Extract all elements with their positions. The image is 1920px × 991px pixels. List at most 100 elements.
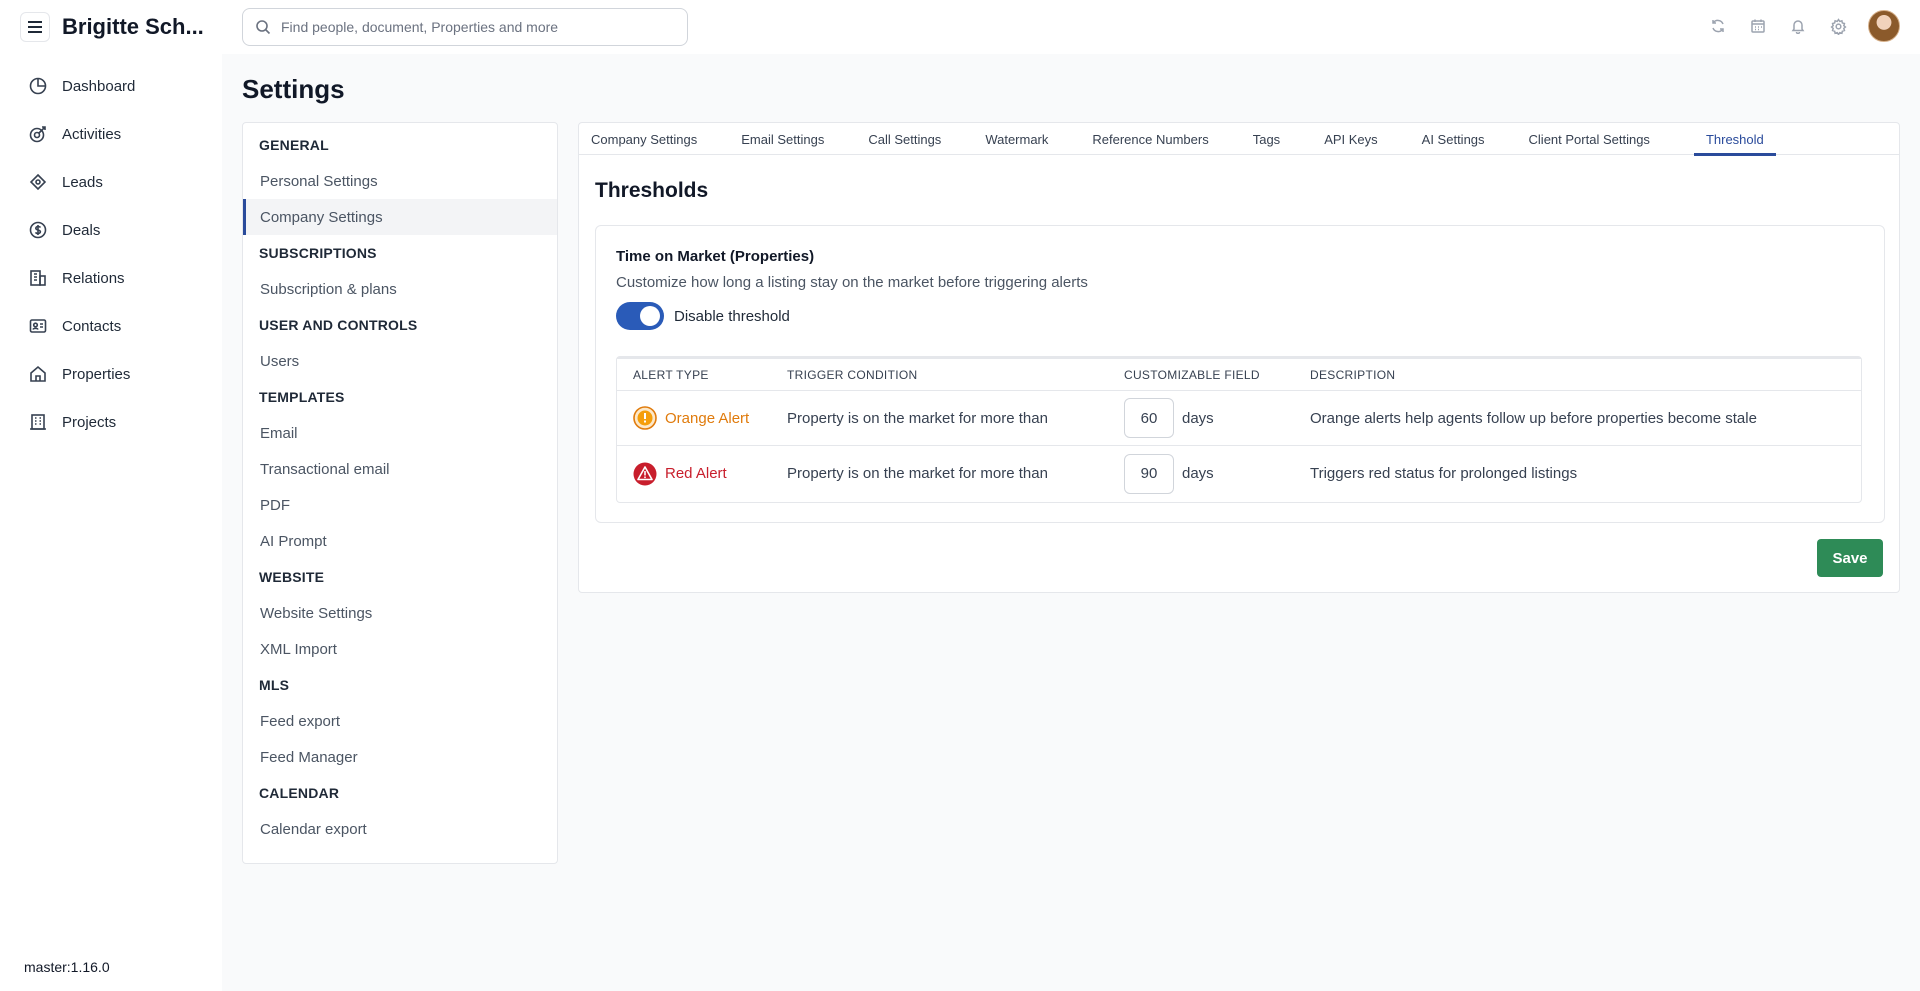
alert-type-cell: Orange Alert (617, 406, 787, 430)
tab-threshold[interactable]: Threshold (1693, 123, 1776, 156)
nav-label: Deals (62, 221, 101, 239)
top-icons (1708, 10, 1900, 42)
orange-days-input[interactable] (1124, 398, 1174, 438)
search-icon (256, 20, 271, 35)
description-cell: Orange alerts help agents follow up befo… (1310, 409, 1757, 427)
nav-item-dashboard[interactable]: Dashboard (0, 62, 222, 110)
calendar-icon[interactable] (1748, 16, 1768, 36)
menu-section-general: GENERAL (259, 137, 329, 153)
save-button[interactable]: Save (1817, 539, 1883, 577)
main-nav: Dashboard Activities Leads Deals Relatio… (0, 62, 222, 446)
dashboard-icon (29, 77, 47, 95)
col-customizable-field: CUSTOMIZABLE FIELD (1124, 367, 1260, 382)
nav-label: Projects (62, 413, 117, 431)
menu-item-xml-import[interactable]: XML Import (243, 631, 557, 667)
trigger-cell: Property is on the market for more than (787, 465, 1048, 482)
nav-label: Activities (62, 125, 122, 143)
relations-icon (30, 270, 46, 286)
projects-icon (30, 414, 46, 430)
menu-item-email[interactable]: Email (243, 415, 557, 451)
nav-item-deals[interactable]: Deals (0, 206, 222, 254)
search-input[interactable] (281, 19, 661, 35)
alert-type-cell: Red Alert (617, 462, 787, 486)
menu-section-website: WEBSITE (259, 569, 325, 585)
menu-item-pdf[interactable]: PDF (243, 487, 557, 523)
tab-client-portal-settings[interactable]: Client Portal Settings (1529, 123, 1668, 155)
top-bar (222, 0, 1920, 54)
field-cell: days (1124, 398, 1310, 438)
nav-item-projects[interactable]: Projects (0, 398, 222, 446)
table-header: ALERT TYPE TRIGGER CONDITION CUSTOMIZABL… (617, 357, 1861, 391)
field-cell: days (1124, 453, 1310, 494)
activities-icon (29, 126, 46, 143)
menu-item-users[interactable]: Users (243, 343, 557, 379)
tab-api-keys[interactable]: API Keys (1324, 123, 1395, 155)
tab-ai-settings[interactable]: AI Settings (1422, 123, 1503, 155)
bell-icon[interactable] (1788, 16, 1808, 36)
deals-icon (29, 221, 47, 239)
menu-item-feed-manager[interactable]: Feed Manager (243, 739, 557, 775)
leads-icon (29, 173, 47, 191)
unit-label: days (1182, 409, 1214, 427)
threshold-table: ALERT TYPE TRIGGER CONDITION CUSTOMIZABL… (616, 356, 1862, 503)
alert-label-red: Red Alert (665, 465, 727, 482)
tab-email-settings[interactable]: Email Settings (741, 123, 842, 155)
nav-label: Dashboard (62, 77, 136, 95)
col-trigger-condition: TRIGGER CONDITION (787, 367, 918, 382)
settings-tabs: Company Settings Email Settings Call Set… (579, 123, 1899, 156)
card-title: Time on Market (Properties) (616, 248, 815, 265)
nav-label: Contacts (62, 317, 122, 335)
threshold-card: Time on Market (Properties) Customize ho… (595, 225, 1885, 523)
trigger-cell: Property is on the market for more than (787, 409, 1048, 427)
menu-section-mls: MLS (259, 677, 290, 693)
settings-menu: GENERAL Personal Settings Company Settin… (242, 122, 558, 864)
threshold-toggle-row: Disable threshold (616, 302, 790, 330)
nav-item-relations[interactable]: Relations (0, 254, 222, 302)
nav-item-contacts[interactable]: Contacts (0, 302, 222, 350)
tab-tags[interactable]: Tags (1253, 123, 1298, 155)
page-title: Settings (242, 74, 345, 104)
disable-threshold-toggle[interactable] (616, 302, 664, 330)
nav-item-activities[interactable]: Activities (0, 110, 222, 158)
settings-content: Company Settings Email Settings Call Set… (578, 122, 1900, 593)
version-label: master:1.16.0 (24, 959, 110, 975)
avatar[interactable] (1868, 10, 1900, 42)
card-description: Customize how long a listing stay on the… (616, 274, 1088, 291)
menu-item-subscription-plans[interactable]: Subscription & plans (243, 271, 557, 307)
section-title: Thresholds (595, 179, 709, 202)
menu-toggle-button[interactable] (20, 12, 50, 42)
menu-item-ai-prompt[interactable]: AI Prompt (243, 523, 557, 559)
col-alert-type: ALERT TYPE (633, 367, 709, 382)
tab-company-settings[interactable]: Company Settings (591, 123, 715, 155)
menu-item-feed-export[interactable]: Feed export (243, 703, 557, 739)
hamburger-icon (28, 21, 42, 33)
warning-triangle-icon (633, 462, 657, 485)
search-box[interactable] (242, 8, 688, 46)
menu-item-personal-settings[interactable]: Personal Settings (243, 163, 557, 199)
menu-item-transactional-email[interactable]: Transactional email (243, 451, 557, 487)
red-days-input[interactable] (1124, 453, 1174, 494)
nav-item-leads[interactable]: Leads (0, 158, 222, 206)
description-cell: Triggers red status for prolonged listin… (1310, 465, 1578, 482)
unit-label: days (1182, 465, 1214, 482)
contacts-icon (29, 319, 47, 333)
table-row: Red Alert Property is on the market for … (617, 446, 1861, 501)
tab-call-settings[interactable]: Call Settings (868, 123, 959, 155)
gear-icon[interactable] (1828, 16, 1848, 36)
menu-section-calendar: CALENDAR (259, 785, 340, 801)
refresh-icon[interactable] (1708, 16, 1728, 36)
nav-item-properties[interactable]: Properties (0, 350, 222, 398)
properties-icon (30, 365, 46, 382)
nav-label: Leads (62, 173, 103, 191)
menu-item-website-settings[interactable]: Website Settings (243, 595, 557, 631)
menu-item-calendar-export[interactable]: Calendar export (243, 811, 557, 847)
col-description: DESCRIPTION (1310, 367, 1396, 382)
alert-label-orange: Orange Alert (665, 409, 750, 427)
table-row: Orange Alert Property is on the market f… (617, 391, 1861, 446)
warning-circle-icon (633, 406, 657, 430)
tab-watermark[interactable]: Watermark (985, 123, 1066, 155)
menu-item-company-settings[interactable]: Company Settings (243, 199, 557, 235)
tab-reference-numbers[interactable]: Reference Numbers (1092, 123, 1226, 155)
sidebar-header: Brigitte Sch... (20, 12, 204, 42)
menu-section-templates: TEMPLATES (259, 389, 345, 405)
